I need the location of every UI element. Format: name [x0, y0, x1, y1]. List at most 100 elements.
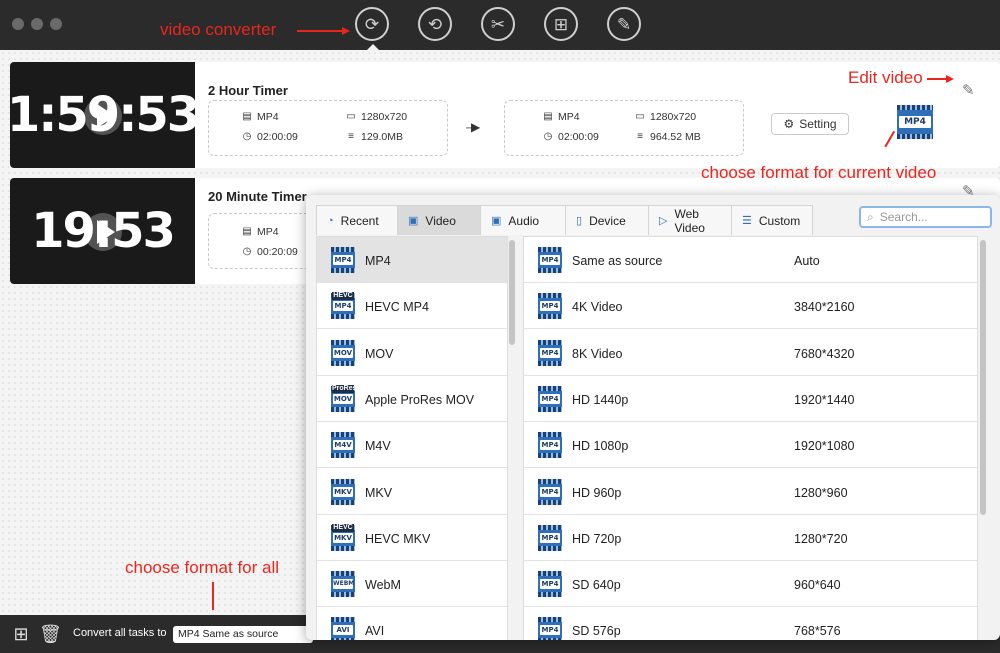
preset-list-item[interactable]: MP4 4K Video 3840*2160	[524, 283, 977, 330]
close-window-button[interactable]	[12, 18, 24, 30]
preset-resolution: Auto	[794, 254, 820, 268]
recent-icon: ◔	[327, 214, 334, 227]
output-duration: 02:00:09	[558, 131, 599, 143]
annotation-arrow	[212, 582, 214, 610]
preset-name: SD 576p	[572, 624, 621, 639]
trash-icon[interactable]: 🗑	[39, 624, 62, 644]
clock-icon: ◷	[242, 131, 252, 142]
video-converter-tool[interactable]: ⟳	[355, 7, 389, 41]
convert-all-format-select[interactable]: MP4 Same as source	[173, 626, 313, 643]
preset-resolution: 1920*1080	[794, 439, 855, 454]
tab-video[interactable]: ▣ Video	[397, 205, 481, 235]
maximize-window-button[interactable]	[50, 18, 62, 30]
format-list-item[interactable]: MP4 MP4	[317, 237, 507, 283]
film-reel-merge-icon: ⊞	[553, 14, 569, 34]
preset-name: 4K Video	[572, 300, 623, 315]
annotation-edit-video: Edit video	[848, 68, 923, 87]
format-list-scrollbar[interactable]	[509, 240, 515, 345]
clock-icon: ◷	[242, 246, 252, 257]
preset-list-item[interactable]: MP4 SD 640p 960*640	[524, 561, 977, 608]
source-info-box: ▤ MP4 ▭ 1280x720 ◷ 02:00:09 ≡ 129.0MB	[208, 100, 448, 156]
storage-icon: ≡	[348, 131, 354, 142]
minimize-window-button[interactable]	[31, 18, 43, 30]
preset-name: HD 1080p	[572, 439, 629, 454]
tab-web-video[interactable]: ▷ Web Video	[648, 205, 732, 235]
video-thumbnail[interactable]: 19:53	[10, 178, 195, 284]
preset-list-item[interactable]: MP4 HD 1440p 1920*1440	[524, 376, 977, 422]
preset-resolution: 1280*960	[794, 485, 848, 500]
film-reel-cut-icon: ✎	[616, 14, 632, 34]
video-icon: ▣	[408, 215, 419, 227]
edit-video-pencil-icon[interactable]: ✎	[962, 81, 975, 99]
annotation-choose-format-all: choose format for all	[125, 558, 280, 577]
format-name: MP4	[365, 254, 391, 268]
format-badge-icon: MP4	[538, 247, 562, 273]
preset-list-item[interactable]: MP4 SD 576p 768*576	[524, 607, 977, 640]
video-trimmer-tool[interactable]: ✎	[607, 7, 641, 41]
format-badge-icon: MP4 HEVC	[331, 292, 355, 320]
convert-all-label: Convert all tasks to	[73, 627, 167, 639]
format-search-input[interactable]: ⌕ Search...	[859, 206, 992, 228]
preset-resolution: 768*576	[794, 624, 841, 639]
device-icon: ▯	[576, 215, 583, 227]
format-list-item[interactable]: MKV MKV	[317, 469, 507, 515]
source-resolution: 1280x720	[361, 111, 408, 123]
preset-list-scrollbar[interactable]	[980, 240, 986, 515]
video-merger-tool[interactable]: ⊞	[544, 7, 578, 41]
preset-list-item[interactable]: MP4 HD 720p 1280*720	[524, 515, 977, 561]
format-badge-label: MP4	[899, 116, 931, 128]
format-list-item[interactable]: MP4 HEVC HEVC MP4	[317, 283, 507, 330]
video-thumbnail[interactable]: 1:59:53	[7, 62, 200, 168]
format-list-item[interactable]: M4V M4V	[317, 422, 507, 469]
format-badge-icon: MP4	[538, 385, 562, 412]
tab-custom[interactable]: ☰ Custom	[731, 205, 813, 235]
clock-icon: ◷	[543, 131, 553, 142]
preset-name: HD 960p	[572, 485, 622, 500]
tab-device[interactable]: ▯ Device	[565, 205, 649, 235]
format-list-item[interactable]: MOV ProRes Apple ProRes MOV	[317, 376, 507, 422]
preset-resolution: 1280*720	[794, 531, 848, 546]
audio-icon: ▣	[491, 215, 502, 227]
annotation-arrow	[297, 30, 342, 32]
format-list-item[interactable]: MKV HEVC HEVC MKV	[317, 515, 507, 561]
play-icon[interactable]	[84, 97, 122, 135]
source-size: 129.0MB	[361, 131, 404, 143]
format-badge-icon: MP4	[331, 247, 355, 273]
preset-name: Same as source	[572, 254, 663, 268]
preset-name: SD 640p	[572, 578, 621, 593]
play-icon[interactable]	[84, 213, 122, 251]
film-reel-icon: ✂	[490, 14, 506, 34]
video-editor-tool[interactable]: ✂	[481, 7, 515, 41]
preset-list-item[interactable]: MP4 Same as source Auto	[524, 237, 977, 283]
preset-list: MP4 Same as source Auto MP4 4K Video 3840*216…	[523, 236, 978, 640]
format-list-item[interactable]: WEBM WebM	[317, 561, 507, 608]
video-compressor-tool[interactable]: ⟲	[418, 7, 452, 41]
output-resolution: 1280x720	[650, 111, 697, 123]
output-info-box: ▤ MP4 ▭ 1280x720 ◷ 02:00:09 ≡ 964.52 MB	[504, 100, 744, 156]
format-list-item[interactable]: AVI AVI	[317, 607, 507, 640]
source-format: MP4	[257, 226, 279, 238]
preset-list-item[interactable]: MP4 HD 1080p 1920*1080	[524, 422, 977, 469]
add-file-icon[interactable]: ⊞	[11, 624, 31, 644]
monitor-icon: ▭	[346, 111, 356, 122]
convert-arrow-icon: ···▶	[465, 120, 480, 134]
task-title: 2 Hour Timer	[208, 83, 288, 98]
preset-resolution: 7680*4320	[794, 346, 855, 361]
gear-icon: ⚙	[783, 117, 795, 131]
format-list-item[interactable]: MOV MOV	[317, 330, 507, 376]
format-badge-icon: MKV HEVC	[331, 523, 355, 551]
tab-recent[interactable]: ◔ Recent	[316, 205, 398, 235]
storage-icon: ≡	[637, 131, 643, 142]
preset-list-item[interactable]: MP4 HD 960p 1280*960	[524, 469, 977, 515]
preset-list-item[interactable]: MP4 8K Video 7680*4320	[524, 330, 977, 376]
current-format-button[interactable]: MP4	[897, 105, 933, 139]
preset-name: HD 720p	[572, 531, 622, 546]
setting-button[interactable]: ⚙ Setting	[771, 113, 849, 135]
titlebar: ⟳ ⟲ ✂ ⊞ ✎	[0, 0, 1000, 50]
search-icon: ⌕	[867, 209, 874, 224]
format-name: Apple ProRes MOV	[365, 392, 475, 407]
preset-resolution: 1920*1440	[794, 392, 855, 407]
format-name: AVI	[365, 624, 385, 639]
tab-audio[interactable]: ▣ Audio	[480, 205, 566, 235]
output-size: 964.52 MB	[650, 131, 701, 143]
